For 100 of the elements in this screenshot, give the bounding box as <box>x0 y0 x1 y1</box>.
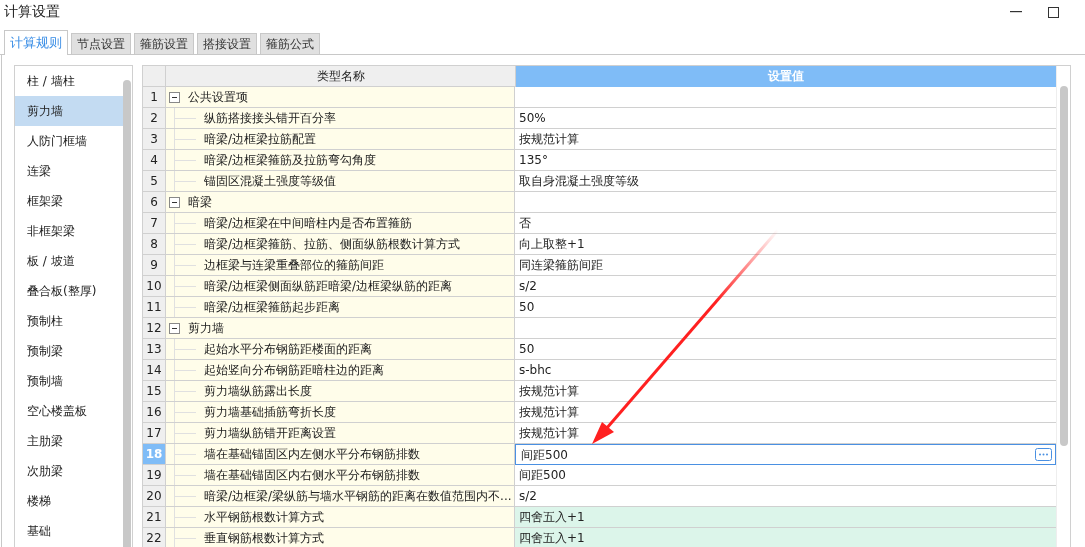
row-number: 3 <box>143 129 166 150</box>
setting-name: 暗梁/边框梁侧面纵筋距暗梁/边框梁纵筋的距离 <box>204 277 453 295</box>
setting-name: 墙在基础锚固区内左侧水平分布钢筋排数 <box>204 445 420 463</box>
tree-connector <box>174 171 196 191</box>
setting-name: 起始竖向分布钢筋距暗柱边的距离 <box>204 361 384 379</box>
sidebar-item[interactable]: 连梁 <box>15 156 123 186</box>
sidebar-item[interactable]: 主肋梁 <box>15 426 123 456</box>
sidebar-item[interactable]: 预制墙 <box>15 366 123 396</box>
tree-connector <box>174 255 196 275</box>
row-number: 2 <box>143 108 166 129</box>
collapse-icon[interactable] <box>169 196 180 208</box>
tab[interactable]: 箍筋公式 <box>260 33 320 54</box>
tree-connector <box>174 423 196 443</box>
setting-value[interactable]: 向上取整+1 <box>515 234 1056 255</box>
row-number: 7 <box>143 213 166 234</box>
group-name: 公共设置项 <box>188 88 248 106</box>
setting-name: 剪力墙纵筋错开距离设置 <box>204 424 336 442</box>
group-name: 暗梁 <box>188 193 212 211</box>
row-number: 9 <box>143 255 166 276</box>
setting-value[interactable]: 按规范计算 <box>515 381 1056 402</box>
setting-name: 边框梁与连梁重叠部位的箍筋间距 <box>204 256 384 274</box>
sidebar-item[interactable]: 人防门框墙 <box>15 126 123 156</box>
tab[interactable]: 搭接设置 <box>197 33 257 54</box>
setting-value[interactable]: s-bhc <box>515 360 1056 381</box>
sidebar-item[interactable]: 预制柱 <box>15 306 123 336</box>
tree-connector <box>174 360 196 380</box>
sidebar-item[interactable]: 次肋梁 <box>15 456 123 486</box>
sidebar-item[interactable]: 框架梁 <box>15 186 123 216</box>
row-number: 22 <box>143 528 166 547</box>
sidebar-item[interactable]: 空心楼盖板 <box>15 396 123 426</box>
sidebar-item[interactable]: 非框架梁 <box>15 216 123 246</box>
setting-name: 水平钢筋根数计算方式 <box>204 508 324 526</box>
sidebar-item[interactable]: 预制梁 <box>15 336 123 366</box>
row-number: 6 <box>143 192 166 213</box>
sidebar-item[interactable]: 叠合板(整厚) <box>15 276 123 306</box>
tab[interactable]: 计算规则 <box>4 30 68 55</box>
setting-value[interactable]: 50% <box>515 108 1056 129</box>
row-number: 4 <box>143 150 166 171</box>
row-number: 11 <box>143 297 166 318</box>
setting-name: 暗梁/边框梁/梁纵筋与墙水平钢筋的距离在数值范围内不... <box>204 487 512 505</box>
setting-name: 暗梁/边框梁拉筋配置 <box>204 130 317 148</box>
row-number: 17 <box>143 423 166 444</box>
setting-value[interactable]: 同连梁箍筋间距 <box>515 255 1056 276</box>
setting-name: 锚固区混凝土强度等级值 <box>204 172 336 190</box>
setting-name: 纵筋搭接接头错开百分率 <box>204 109 336 127</box>
column-header[interactable]: 类型名称 <box>166 66 516 87</box>
minimize-icon[interactable] <box>1010 11 1022 13</box>
tree-connector <box>174 129 196 149</box>
tree-connector <box>174 444 196 464</box>
setting-name: 暗梁/边框梁在中间暗柱内是否布置箍筋 <box>204 214 413 232</box>
setting-name: 剪力墙基础插筋弯折长度 <box>204 403 336 421</box>
setting-value[interactable]: 否 <box>515 213 1056 234</box>
tree-connector <box>174 402 196 422</box>
tree-connector <box>174 234 196 254</box>
tree-connector <box>174 339 196 359</box>
row-number: 21 <box>143 507 166 528</box>
tree-connector <box>174 297 196 317</box>
setting-value[interactable]: 间距500 <box>515 465 1056 486</box>
row-number: 16 <box>143 402 166 423</box>
sidebar-item[interactable]: 楼梯 <box>15 486 123 516</box>
tab[interactable]: 箍筋设置 <box>134 33 194 54</box>
tree-connector <box>174 276 196 296</box>
setting-name: 墙在基础锚固区内右侧水平分布钢筋排数 <box>204 466 420 484</box>
tab[interactable]: 节点设置 <box>71 33 131 54</box>
row-number: 10 <box>143 276 166 297</box>
tree-connector <box>174 150 196 170</box>
tree-connector <box>174 381 196 401</box>
sidebar-item[interactable]: 基础 <box>15 516 123 546</box>
setting-value[interactable]: 四舍五入+1 <box>515 528 1056 547</box>
group-name: 剪力墙 <box>188 319 224 337</box>
maximize-icon[interactable] <box>1048 6 1059 18</box>
tree-connector <box>174 486 196 506</box>
tree-connector <box>174 108 196 128</box>
sidebar-item[interactable]: 剪力墙 <box>15 96 123 126</box>
tree-connector <box>174 528 196 547</box>
sidebar-item[interactable]: 柱 / 墙柱 <box>15 66 123 96</box>
setting-value[interactable]: s/2 <box>515 276 1056 297</box>
row-number: 14 <box>143 360 166 381</box>
more-icon[interactable] <box>1035 448 1052 461</box>
row-number: 15 <box>143 381 166 402</box>
tree-connector <box>174 465 196 485</box>
setting-name: 暗梁/边框梁箍筋起步距离 <box>204 298 341 316</box>
setting-name: 剪力墙纵筋露出长度 <box>204 382 312 400</box>
collapse-icon[interactable] <box>169 91 180 103</box>
setting-value[interactable]: 135° <box>515 150 1056 171</box>
setting-value[interactable]: 四舍五入+1 <box>515 507 1056 528</box>
setting-value[interactable]: 按规范计算 <box>515 129 1056 150</box>
row-number: 12 <box>143 318 166 339</box>
row-number: 13 <box>143 339 166 360</box>
setting-value[interactable]: 50 <box>515 339 1056 360</box>
scrollbar[interactable] <box>1056 66 1070 547</box>
value-field[interactable]: 间距500 <box>515 444 1056 465</box>
row-number: 20 <box>143 486 166 507</box>
row-number: 5 <box>143 171 166 192</box>
setting-value[interactable]: 取自身混凝土强度等级 <box>515 171 1056 192</box>
setting-value[interactable]: 50 <box>515 297 1056 318</box>
setting-value[interactable]: 按规范计算 <box>515 402 1056 423</box>
row-number: 1 <box>143 87 166 108</box>
sidebar-item[interactable]: 板 / 坡道 <box>15 246 123 276</box>
collapse-icon[interactable] <box>169 322 180 334</box>
